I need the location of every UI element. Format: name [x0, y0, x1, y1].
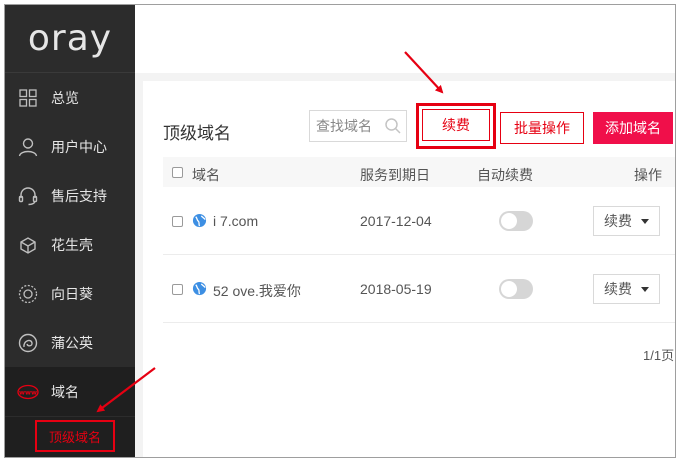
sunflower-icon: [17, 283, 39, 305]
top-header: [135, 5, 675, 73]
table-header: 域名 服务到期日 自动续费 操作: [163, 157, 675, 187]
sidebar-item-peanut-shell[interactable]: 花生壳: [5, 220, 135, 269]
caret-down-icon: [641, 287, 649, 292]
column-header-auto-renew: 自动续费: [477, 167, 533, 183]
sidebar-item-dandelion[interactable]: 蒲公英: [5, 318, 135, 367]
column-header-domain: 域名: [192, 167, 220, 183]
sidebar-item-support[interactable]: 售后支持: [5, 171, 135, 220]
row-action-dropdown[interactable]: 续费: [593, 274, 660, 304]
column-header-expiry: 服务到期日: [360, 167, 430, 183]
domain-name[interactable]: 52 ove.我爱你: [213, 281, 301, 301]
column-header-action: 操作: [634, 167, 662, 183]
table-row: i 7.com 2017-12-04 续费: [163, 187, 675, 255]
auto-renew-toggle[interactable]: [499, 211, 533, 231]
row-action-dropdown[interactable]: 续费: [593, 206, 660, 236]
sidebar: oray 总览 用户中心 售后支持 花生壳 向日葵 蒲公英 www 域名 顶级域…: [5, 5, 135, 457]
batch-operation-button[interactable]: 批量操作: [500, 112, 584, 144]
globe-icon: [192, 213, 207, 228]
sidebar-item-domain[interactable]: www 域名: [5, 367, 135, 416]
sidebar-item-user-center[interactable]: 用户中心: [5, 122, 135, 171]
sidebar-item-sunflower[interactable]: 向日葵: [5, 269, 135, 318]
sidebar-item-label: 蒲公英: [51, 334, 93, 351]
sidebar-item-label: 总览: [51, 89, 79, 106]
sidebar-subnav: 顶级域名: [5, 417, 135, 457]
svg-text:www: www: [19, 388, 37, 396]
pagination-info: 1/1页: [643, 348, 675, 363]
www-icon: www: [17, 381, 39, 403]
add-domain-button[interactable]: 添加域名: [593, 112, 673, 144]
sidebar-item-label: 售后支持: [51, 187, 107, 204]
sidebar-item-label: 向日葵: [51, 285, 93, 302]
headset-icon: [17, 185, 39, 207]
caret-down-icon: [641, 219, 649, 224]
select-all-checkbox[interactable]: [172, 167, 183, 178]
row-checkbox[interactable]: [172, 216, 183, 227]
sidebar-subitem-top-level-domain[interactable]: 顶级域名: [35, 420, 115, 452]
oray-logo[interactable]: oray: [5, 5, 135, 73]
search-box[interactable]: [309, 110, 407, 142]
sidebar-nav: 总览 用户中心 售后支持 花生壳 向日葵 蒲公英 www 域名: [5, 73, 135, 416]
grid-icon: [17, 87, 39, 109]
renew-button[interactable]: 续费: [422, 109, 490, 141]
row-action-label: 续费: [604, 281, 632, 297]
search-input[interactable]: [316, 118, 378, 134]
app-window: oray 总览 用户中心 售后支持 花生壳 向日葵 蒲公英 www 域名 顶级域…: [4, 4, 676, 458]
row-checkbox[interactable]: [172, 284, 183, 295]
row-action-label: 续费: [604, 213, 632, 229]
table-row: 52 ove.我爱你 2018-05-19 续费: [163, 255, 675, 323]
domain-name[interactable]: i 7.com: [213, 213, 258, 229]
sidebar-item-label: 花生壳: [51, 236, 93, 253]
peanut-shell-icon: [17, 234, 39, 256]
search-icon[interactable]: [384, 117, 402, 135]
sidebar-item-label: 域名: [51, 383, 79, 400]
globe-icon: [192, 281, 207, 296]
sidebar-item-overview[interactable]: 总览: [5, 73, 135, 122]
auto-renew-toggle[interactable]: [499, 279, 533, 299]
sidebar-item-label: 用户中心: [51, 138, 107, 155]
expiry-date: 2017-12-04: [360, 213, 432, 229]
user-icon: [17, 136, 39, 158]
dandelion-icon: [17, 332, 39, 354]
page-title: 顶级域名: [163, 124, 231, 143]
domain-panel: 顶级域名 续费 批量操作 添加域名 域名 服务到期日 自动续费 操作 i 7.c…: [143, 81, 675, 457]
expiry-date: 2018-05-19: [360, 281, 432, 297]
